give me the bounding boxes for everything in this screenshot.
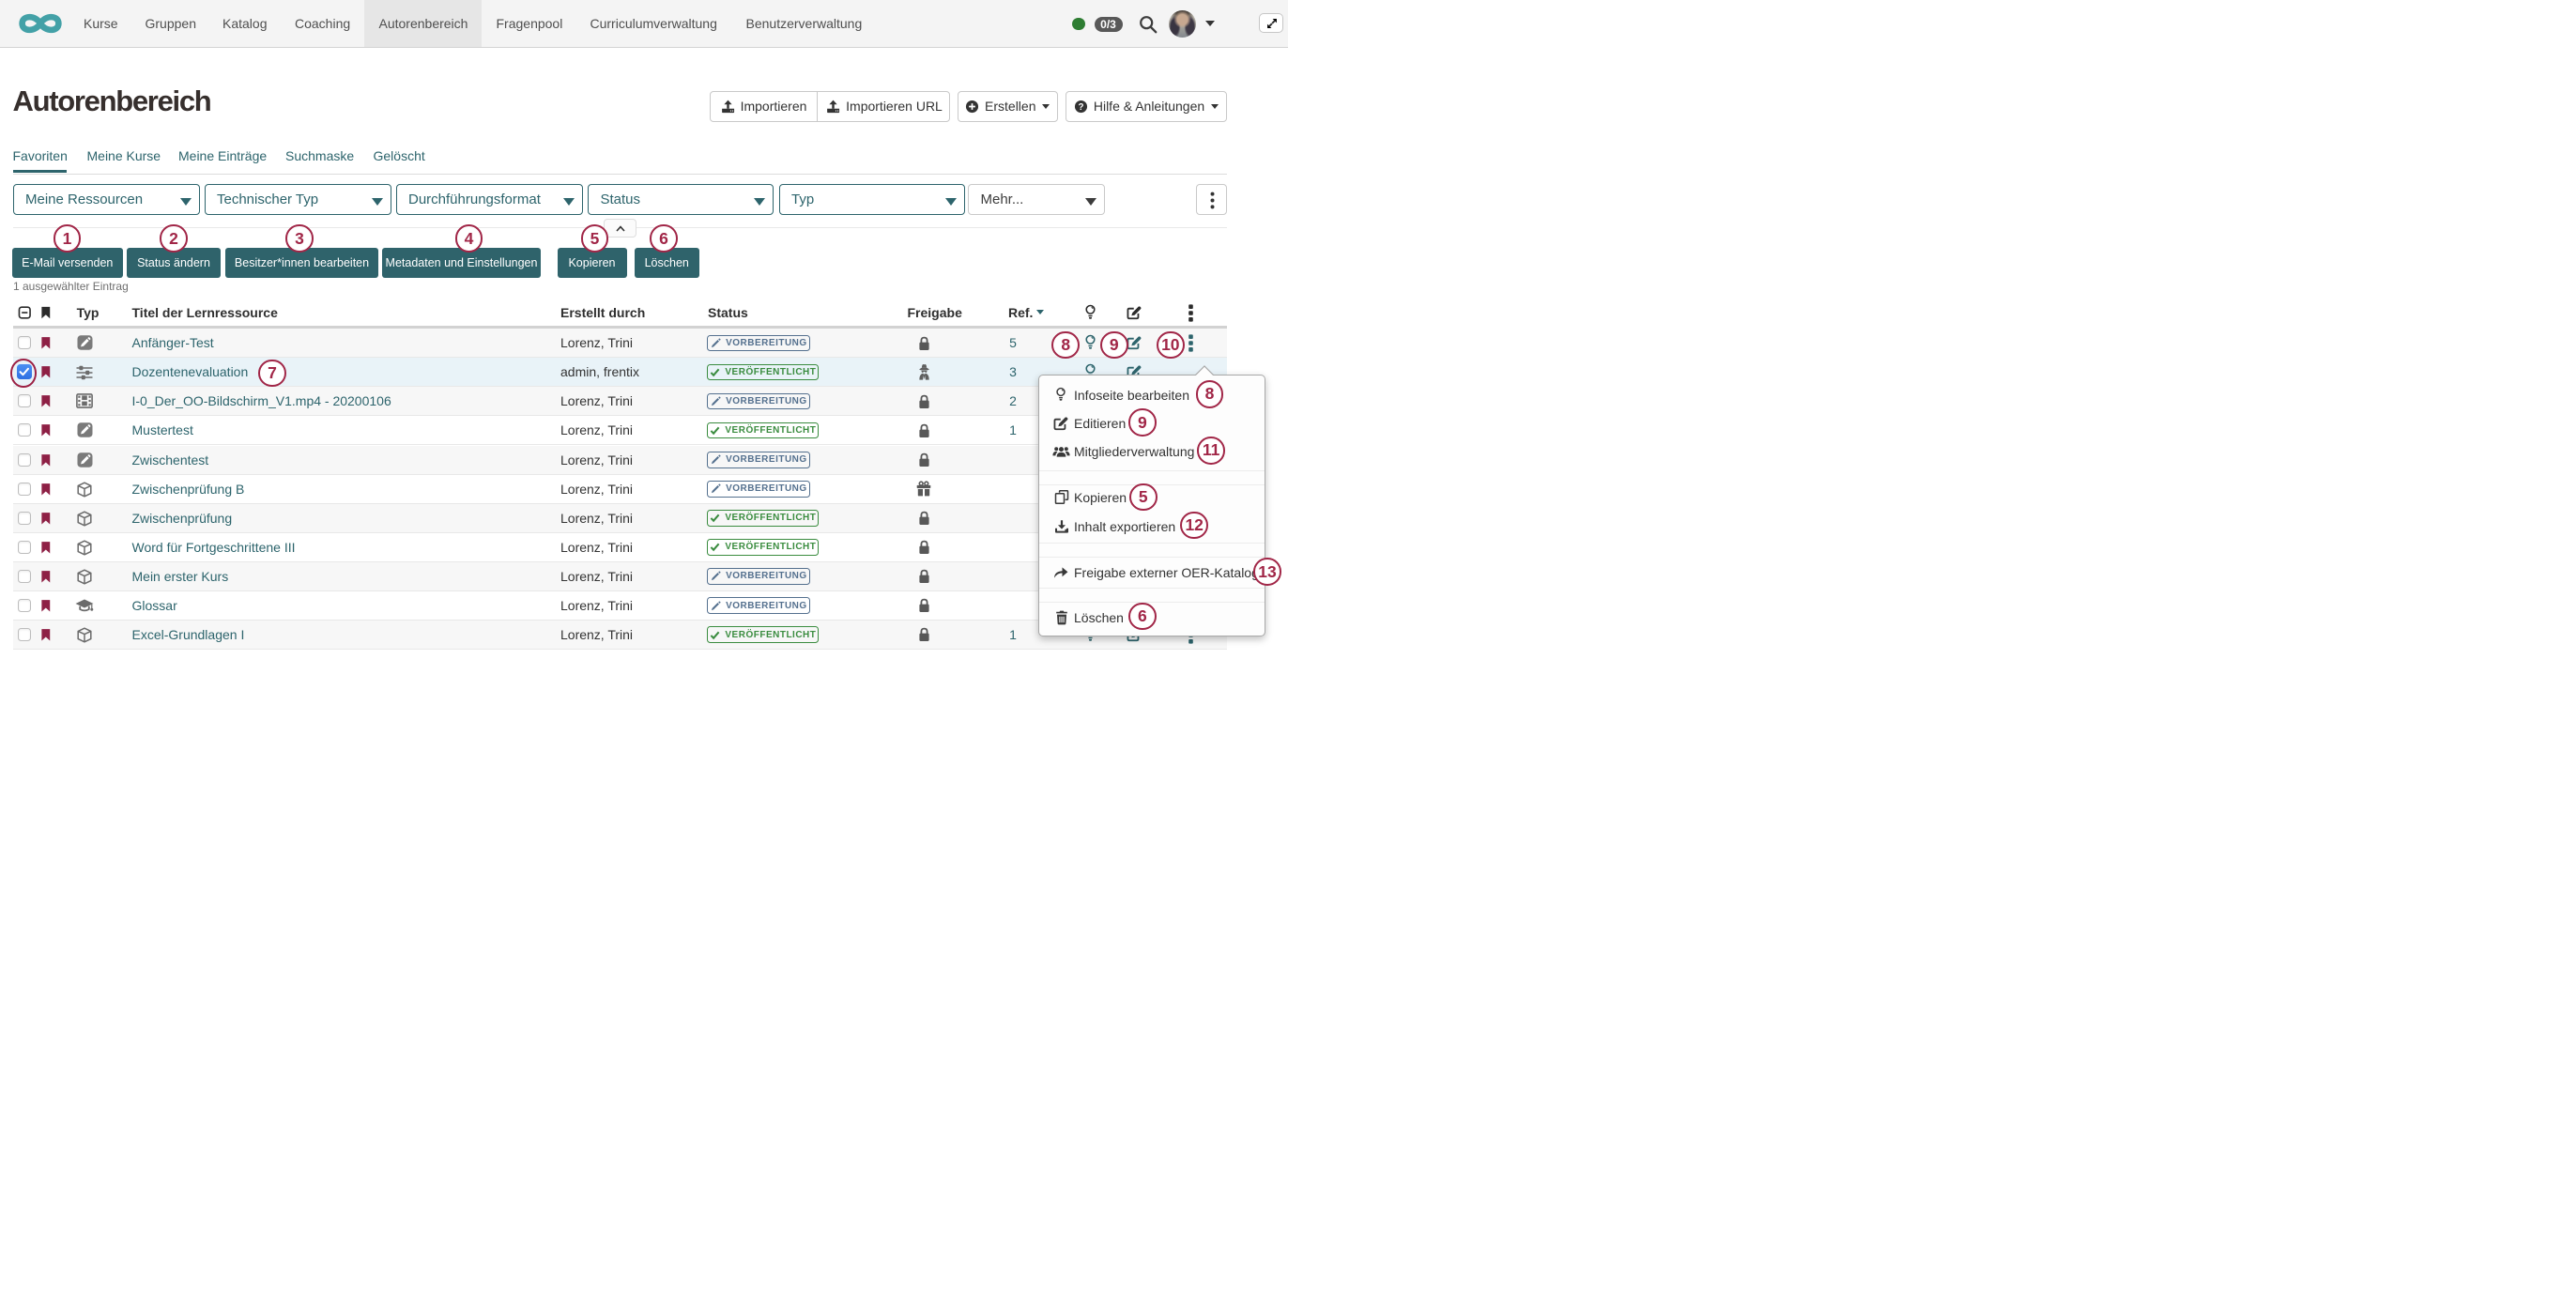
svg-text:?: ?	[1078, 101, 1083, 112]
